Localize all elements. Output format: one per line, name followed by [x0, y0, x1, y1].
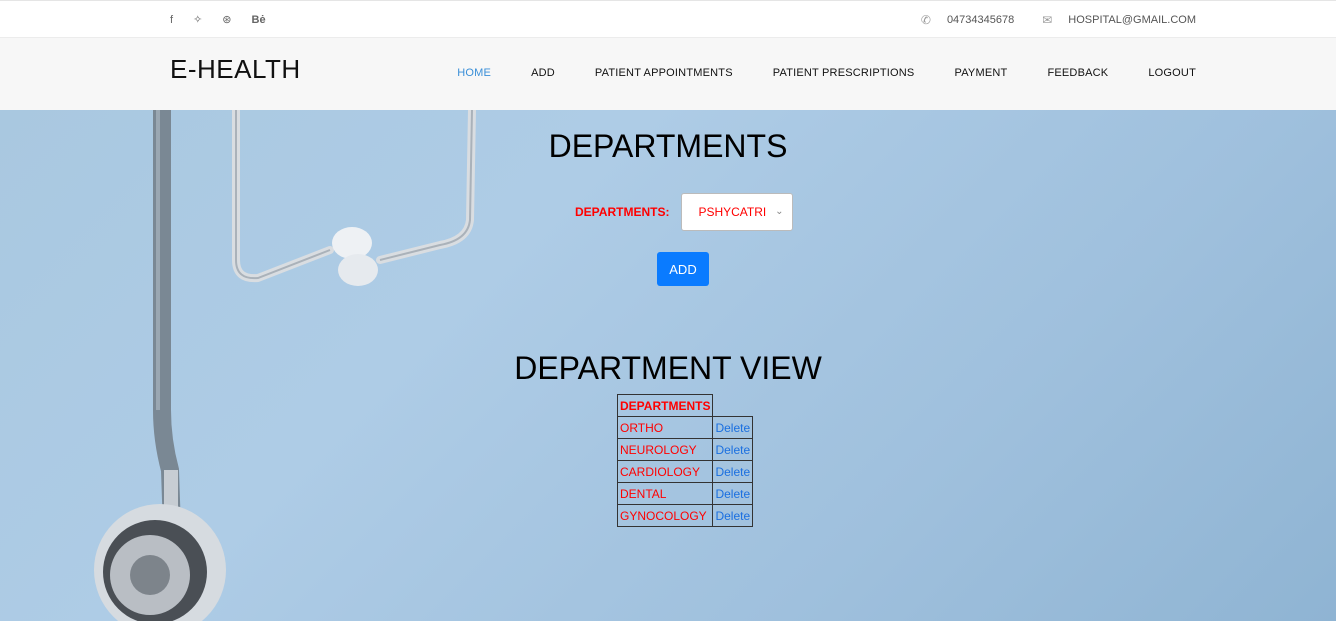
chevron-down-icon: ⌄	[775, 206, 784, 217]
department-select-value: PSHYCATRI	[698, 205, 767, 219]
delete-link[interactable]: Delete	[712, 460, 754, 483]
phone-number: 04734345678	[946, 14, 1015, 26]
table-row: CARDIOLOGY Delete	[616, 460, 754, 483]
nav-feedback[interactable]: FEEDBACK	[1047, 67, 1108, 79]
table-row: DENTAL Delete	[616, 482, 754, 505]
delete-link[interactable]: Delete	[712, 482, 754, 505]
site-logo[interactable]: E-HEALTH	[170, 54, 301, 85]
department-name: GYNOCOLOGY	[616, 504, 714, 527]
departments-title: DEPARTMENTS	[548, 128, 788, 164]
delete-link[interactable]: Delete	[712, 416, 754, 439]
table-header-row: DEPARTMENTS	[616, 394, 753, 417]
table-row: ORTHO Delete	[616, 416, 754, 439]
delete-link[interactable]: Delete	[712, 438, 754, 461]
delete-link[interactable]: Delete	[712, 504, 754, 527]
top-bar: f ✧ ⊛ Bė ✆ 04734345678 ✉ HOSPITAL@GMAIL.…	[0, 0, 1336, 38]
departments-label: DEPARTMENTS:	[575, 205, 670, 219]
department-view-title: DEPARTMENT VIEW	[514, 350, 822, 386]
nav-home[interactable]: HOME	[457, 67, 491, 79]
department-form: DEPARTMENTS: PSHYCATRI ⌄	[575, 193, 794, 231]
nav-payment[interactable]: PAYMENT	[954, 67, 1007, 79]
department-name: CARDIOLOGY	[616, 460, 714, 483]
twitter-icon[interactable]: ✧	[193, 13, 202, 27]
nav-logout[interactable]: LOGOUT	[1148, 67, 1196, 79]
social-links: f ✧ ⊛ Bė	[170, 13, 286, 27]
mail-icon: ✉	[1042, 13, 1053, 27]
nav-add[interactable]: ADD	[531, 67, 555, 79]
empty-header-cell	[713, 395, 753, 417]
dribbble-icon[interactable]: ⊛	[222, 13, 231, 27]
department-table: DEPARTMENTS ORTHO Delete NEUROLOGY Delet…	[616, 394, 754, 527]
facebook-icon[interactable]: f	[170, 13, 173, 27]
behance-icon[interactable]: Bė	[252, 13, 266, 27]
department-select[interactable]: PSHYCATRI ⌄	[681, 193, 794, 231]
table-row: NEUROLOGY Delete	[616, 438, 754, 461]
phone-icon: ✆	[920, 13, 931, 27]
department-name: DENTAL	[616, 482, 714, 505]
table-row: GYNOCOLOGY Delete	[616, 504, 754, 527]
contact-info: ✆ 04734345678 ✉ HOSPITAL@GMAIL.COM	[921, 13, 1196, 27]
hero-background: DEPARTMENTS DEPARTMENTS: PSHYCATRI ⌄ ADD…	[0, 110, 1336, 621]
main-nav: HOME ADD PATIENT APPOINTMENTS PATIENT PR…	[457, 67, 1196, 79]
site-header: E-HEALTH HOME ADD PATIENT APPOINTMENTS P…	[0, 38, 1336, 110]
add-department-button[interactable]: ADD	[657, 252, 709, 286]
email-address: HOSPITAL@GMAIL.COM	[1068, 14, 1196, 26]
department-name: ORTHO	[616, 416, 714, 439]
nav-patient-appointments[interactable]: PATIENT APPOINTMENTS	[595, 67, 733, 79]
department-name: NEUROLOGY	[616, 438, 714, 461]
departments-column-header: DEPARTMENTS	[616, 394, 714, 417]
nav-patient-prescriptions[interactable]: PATIENT PRESCRIPTIONS	[773, 67, 915, 79]
